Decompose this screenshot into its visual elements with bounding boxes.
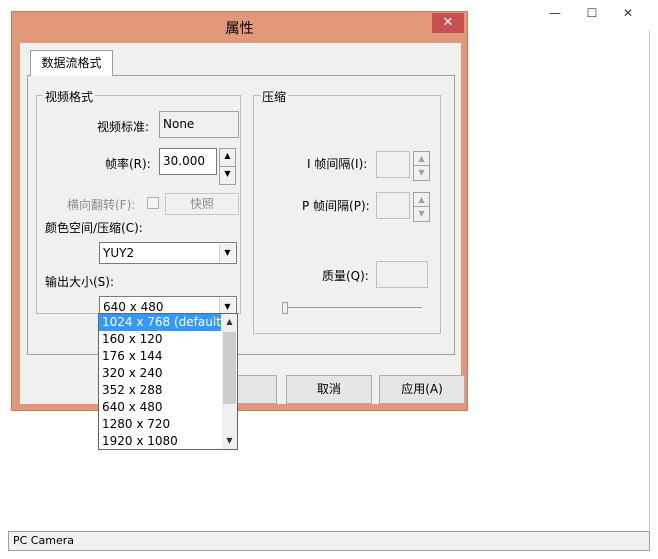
chevron-down-icon[interactable]: ▼ xyxy=(222,433,237,449)
properties-dialog: 属性 ✕ 数据流格式 视频格式 视频标准: None 帧率(R): 30.000… xyxy=(11,11,468,411)
output-size-dropdown: 1024 x 768 (default) 160 x 120 176 x 144… xyxy=(98,313,238,450)
pframe-interval-label: P 帧间隔(P): xyxy=(302,199,370,213)
dropdown-option[interactable]: 1024 x 768 (default) xyxy=(99,314,226,331)
compression-group: 压缩 I 帧间隔(I): ▲ ▼ P 帧间隔(P): ▲ ▼ 质量(Q): xyxy=(253,88,441,334)
colorspace-label: 颜色空间/压缩(C): xyxy=(45,221,143,235)
video-format-group: 视频格式 视频标准: None 帧率(R): 30.000 ▲ ▼ 横向翻转(F… xyxy=(36,88,241,318)
dropdown-option[interactable]: 176 x 144 xyxy=(99,348,221,365)
colorspace-value: YUY2 xyxy=(103,246,135,260)
snapshot-button[interactable]: 快照 xyxy=(165,193,239,215)
pframe-interval-input[interactable] xyxy=(376,192,410,219)
tab-stream-format[interactable]: 数据流格式 xyxy=(30,50,113,76)
output-size-label: 输出大小(S): xyxy=(45,275,115,289)
scrollbar-thumb[interactable] xyxy=(223,332,236,404)
quality-slider-thumb[interactable] xyxy=(282,302,288,314)
iframe-interval-label: I 帧间隔(I): xyxy=(307,157,368,171)
quality-label: 质量(Q): xyxy=(322,269,369,283)
video-format-group-label: 视频格式 xyxy=(43,88,96,105)
status-text: PC Camera xyxy=(13,534,74,547)
output-size-value: 640 x 480 xyxy=(103,300,164,314)
status-bar: PC Camera xyxy=(8,531,650,551)
chevron-down-icon[interactable]: ▼ xyxy=(219,244,235,262)
video-standard-field: None xyxy=(159,111,239,138)
flip-label: 横向翻转(F): xyxy=(67,198,136,212)
dialog-close-icon[interactable]: ✕ xyxy=(432,13,464,33)
quality-input[interactable] xyxy=(376,261,428,288)
pframe-spinner[interactable]: ▲ ▼ xyxy=(413,192,430,222)
dropdown-option[interactable]: 320 x 240 xyxy=(99,365,221,382)
tab-page: 视频格式 视频标准: None 帧率(R): 30.000 ▲ ▼ 横向翻转(F… xyxy=(27,75,455,355)
dropdown-option[interactable]: 1280 x 720 xyxy=(99,416,221,433)
compression-group-label: 压缩 xyxy=(260,88,289,105)
spin-up-icon[interactable]: ▲ xyxy=(220,149,235,167)
framerate-input[interactable]: 30.000 xyxy=(159,148,217,175)
dialog-title: 属性 xyxy=(225,21,254,37)
dropdown-scrollbar[interactable]: ▲ ▼ xyxy=(222,314,237,449)
dropdown-option[interactable]: 352 x 288 xyxy=(99,382,221,399)
dropdown-option[interactable]: 1920 x 1080 xyxy=(99,433,221,450)
close-icon[interactable]: ✕ xyxy=(613,0,643,26)
spin-down-icon[interactable]: ▼ xyxy=(220,167,235,185)
spin-down-icon[interactable]: ▼ xyxy=(414,166,429,180)
chevron-up-icon[interactable]: ▲ xyxy=(222,314,237,330)
apply-button[interactable]: 应用(A) xyxy=(379,375,465,404)
iframe-interval-input[interactable] xyxy=(376,151,410,178)
dropdown-option[interactable]: 160 x 120 xyxy=(99,331,221,348)
minimize-icon[interactable]: — xyxy=(540,0,570,26)
flip-checkbox[interactable] xyxy=(147,197,159,209)
framerate-label: 帧率(R): xyxy=(105,157,151,171)
dropdown-option[interactable]: 640 x 480 xyxy=(99,399,221,416)
quality-slider-track[interactable] xyxy=(282,307,422,310)
spin-down-icon[interactable]: ▼ xyxy=(414,207,429,221)
spin-up-icon[interactable]: ▲ xyxy=(414,152,429,166)
dialog-titlebar[interactable]: 属性 ✕ xyxy=(12,12,467,43)
colorspace-select[interactable]: YUY2 ▼ xyxy=(99,242,237,264)
dialog-client: 数据流格式 视频格式 视频标准: None 帧率(R): 30.000 ▲ ▼ … xyxy=(20,43,465,404)
video-standard-label: 视频标准: xyxy=(97,120,150,134)
framerate-spinner[interactable]: ▲ ▼ xyxy=(219,148,236,185)
maximize-icon[interactable]: ☐ xyxy=(577,0,607,26)
spin-up-icon[interactable]: ▲ xyxy=(414,193,429,207)
cancel-button[interactable]: 取消 xyxy=(286,375,372,404)
iframe-spinner[interactable]: ▲ ▼ xyxy=(413,151,430,181)
